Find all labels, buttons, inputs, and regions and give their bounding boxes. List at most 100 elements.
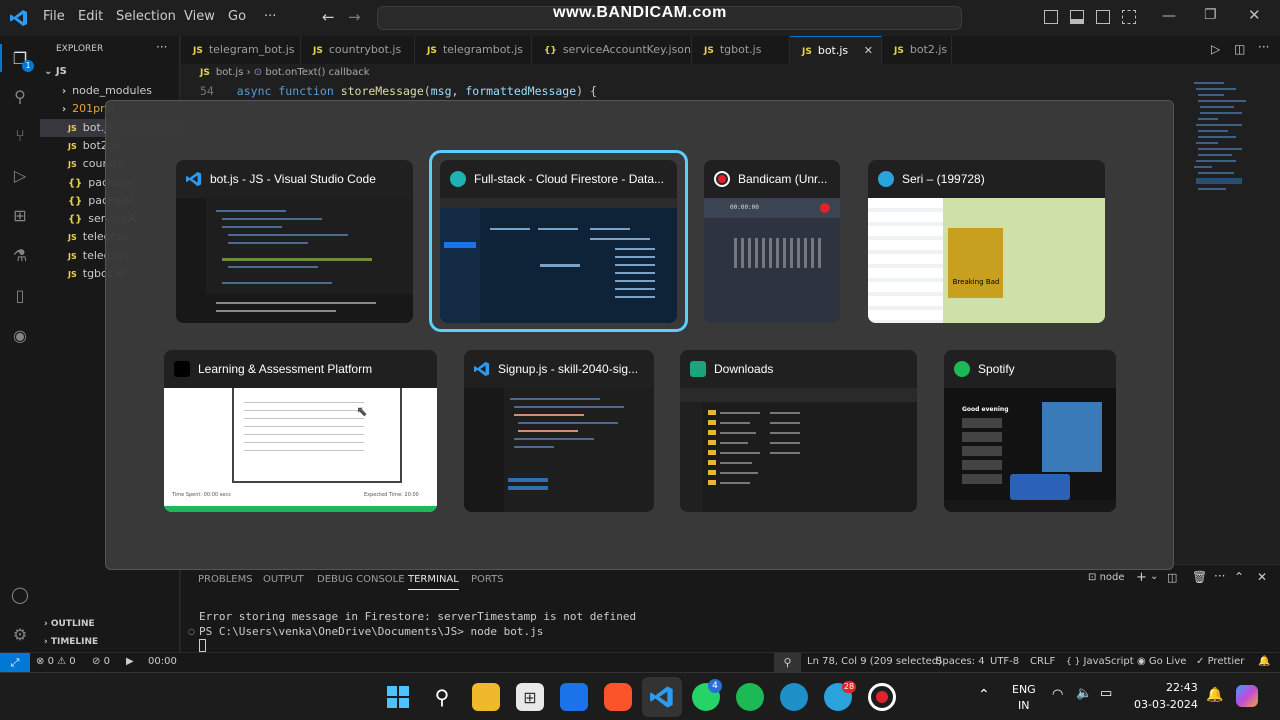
encoding[interactable]: UTF-8 <box>990 656 1019 667</box>
editor-tab[interactable]: {} serviceAccountKey.json <box>532 36 692 64</box>
panel-tab-output[interactable]: OUTPUT <box>263 574 304 585</box>
clock-date[interactable]: 03-03-2024 <box>1134 698 1198 711</box>
store-taskbar-icon[interactable]: ⊞ <box>516 683 544 711</box>
testing-icon[interactable]: ⚗ <box>8 243 32 267</box>
search-icon[interactable]: ⚲ <box>8 84 32 108</box>
extensions-icon[interactable]: ⊞ <box>8 203 32 227</box>
braces-icon: { } <box>1066 657 1081 667</box>
close-window-icon[interactable]: ✕ <box>1248 6 1261 24</box>
file-explorer-taskbar-icon[interactable] <box>472 683 500 711</box>
edge-icon <box>450 171 466 187</box>
close-panel-icon[interactable]: ✕ <box>1257 570 1267 584</box>
switcher-card-bandicam[interactable]: Bandicam (Unr... 00:00:00 <box>704 160 840 323</box>
brave-taskbar-icon[interactable] <box>604 683 632 711</box>
battery-icon[interactable]: ▭ <box>1100 686 1112 701</box>
breadcrumb-symbol[interactable]: bot.onText() callback <box>265 67 369 78</box>
terminal-shell-selector[interactable]: ⊡ node <box>1088 572 1125 583</box>
breadcrumb-file[interactable]: bot.js <box>216 67 244 78</box>
search-taskbar-icon[interactable]: ⚲ <box>428 683 456 711</box>
cursor-position[interactable]: Ln 78, Col 9 (209 selected) <box>807 656 942 667</box>
copilot-icon[interactable] <box>1236 685 1258 707</box>
problems-status[interactable]: ⊗ 0 ⚠ 0 <box>36 656 76 667</box>
editor-tab[interactable]: JS bot2.js <box>882 36 952 64</box>
toggle-sidebar-icon[interactable] <box>1044 10 1058 24</box>
editor-tab[interactable]: JS telegram_bot.js <box>181 36 301 64</box>
customize-layout-icon[interactable] <box>1122 10 1136 24</box>
editor-tab[interactable]: JS tgbot.js <box>692 36 790 64</box>
switcher-card-downloads[interactable]: Downloads <box>680 350 917 512</box>
remote-indicator-icon[interactable]: ⤢ <box>0 653 30 673</box>
code-line[interactable]: 54 async function storeMessage(msg, form… <box>200 84 597 98</box>
switcher-card-telegram[interactable]: Seri – (199728) Breaking Bad <box>868 160 1105 323</box>
start-button[interactable] <box>384 683 412 711</box>
close-tab-icon[interactable]: ✕ <box>864 37 873 65</box>
volume-icon[interactable]: 🔈 <box>1076 686 1092 701</box>
terminal-cursor[interactable] <box>199 639 206 652</box>
minimize-icon[interactable]: — <box>1162 8 1176 24</box>
accounts-icon[interactable]: ◯ <box>8 582 32 606</box>
toggle-secondary-sidebar-icon[interactable] <box>1096 10 1110 24</box>
language-mode[interactable]: { } JavaScript <box>1066 656 1134 667</box>
bandicam-taskbar-icon[interactable] <box>868 683 896 711</box>
tree-item[interactable]: › node_modules <box>40 82 180 100</box>
panel-tab-debug-console[interactable]: DEBUG CONSOLE <box>317 574 405 585</box>
explorer-more-icon[interactable]: ··· <box>156 40 167 54</box>
kill-terminal-icon[interactable]: 🗑 <box>1192 570 1207 584</box>
chevron-right-icon: › <box>62 86 67 97</box>
app-taskbar-icon[interactable] <box>560 683 588 711</box>
switcher-card-spotify[interactable]: Spotify Good evening <box>944 350 1116 512</box>
switcher-card-vscode[interactable]: bot.js - JS - Visual Studio Code <box>176 160 413 323</box>
wifi-icon[interactable]: ◠ <box>1052 687 1063 702</box>
line-ending[interactable]: CRLF <box>1030 656 1055 667</box>
split-terminal-icon[interactable]: ◫ <box>1167 571 1177 584</box>
vscode-taskbar-icon[interactable] <box>648 683 676 711</box>
switcher-card-learning[interactable]: Learning & Assessment Platform ⬉ Time Sp… <box>164 350 437 512</box>
vscode-icon <box>474 361 490 377</box>
source-control-icon[interactable]: ⑂ <box>8 123 32 147</box>
bookmark-icon[interactable]: ▯ <box>8 283 32 307</box>
editor-tab[interactable]: JS bot.js ✕ <box>790 36 882 64</box>
tray-overflow-icon[interactable]: ⌃ <box>978 687 990 703</box>
editor-tab[interactable]: JS telegrambot.js <box>415 36 532 64</box>
maximize-panel-icon[interactable]: ⌃ <box>1234 570 1244 584</box>
indentation[interactable]: Spaces: 4 <box>936 656 985 667</box>
go-live[interactable]: ◉ Go Live <box>1137 656 1186 667</box>
notifications-icon[interactable]: 🔔 <box>1258 656 1270 667</box>
timeline-section[interactable]: › TIMELINE <box>44 637 98 647</box>
terminal-dropdown-icon[interactable]: ⌄ <box>1150 571 1158 582</box>
restore-icon[interactable]: ❐ <box>1204 7 1217 23</box>
edge-taskbar-icon[interactable] <box>780 683 808 711</box>
outline-section[interactable]: › OUTLINE <box>44 619 95 629</box>
notification-bell-icon[interactable]: 🔔 <box>1206 687 1223 703</box>
toggle-panel-icon[interactable] <box>1070 10 1084 24</box>
editor-tab[interactable]: JS countrybot.js <box>301 36 415 64</box>
status-time: 00:00 <box>148 656 177 667</box>
bandicam-record-icon <box>820 203 830 213</box>
minimap[interactable] <box>1192 80 1252 200</box>
ports-status[interactable]: ⊘ 0 <box>92 656 110 667</box>
switcher-card-signup[interactable]: Signup.js - skill-2040-sig... <box>464 350 654 512</box>
spotify-taskbar-icon[interactable] <box>736 683 764 711</box>
split-editor-icon[interactable]: ◫ <box>1234 42 1245 56</box>
js-file-icon: JS <box>193 46 203 56</box>
prettier[interactable]: ✓ Prettier <box>1196 656 1244 667</box>
clock-time[interactable]: 22:43 <box>1166 681 1198 694</box>
run-file-icon[interactable]: ▷ <box>1211 42 1220 56</box>
panel-more-icon[interactable]: ··· <box>1214 569 1225 583</box>
folder-root[interactable]: ⌄ JS <box>44 66 67 77</box>
run-debug-icon[interactable]: ▷ <box>8 163 32 187</box>
editor-more-icon[interactable]: ··· <box>1258 40 1269 54</box>
settings-gear-icon[interactable]: ⚙ <box>8 622 32 646</box>
zoom-icon[interactable]: ⚲ <box>774 653 801 673</box>
whatsapp-badge: 4 <box>708 679 722 693</box>
play-icon[interactable]: ▶ <box>126 656 134 667</box>
github-icon[interactable]: ◉ <box>8 323 32 347</box>
new-terminal-icon[interactable]: + <box>1136 570 1147 585</box>
active-indicator <box>0 44 2 72</box>
card-title: Spotify <box>978 362 1015 376</box>
language-indicator[interactable]: ENG <box>1012 683 1036 696</box>
panel-tab-terminal[interactable]: TERMINAL <box>408 574 459 590</box>
panel-tab-ports[interactable]: PORTS <box>471 574 504 585</box>
switcher-card-firestore[interactable]: Full-stack - Cloud Firestore - Data... <box>440 160 677 323</box>
panel-tab-problems[interactable]: PROBLEMS <box>198 574 253 585</box>
